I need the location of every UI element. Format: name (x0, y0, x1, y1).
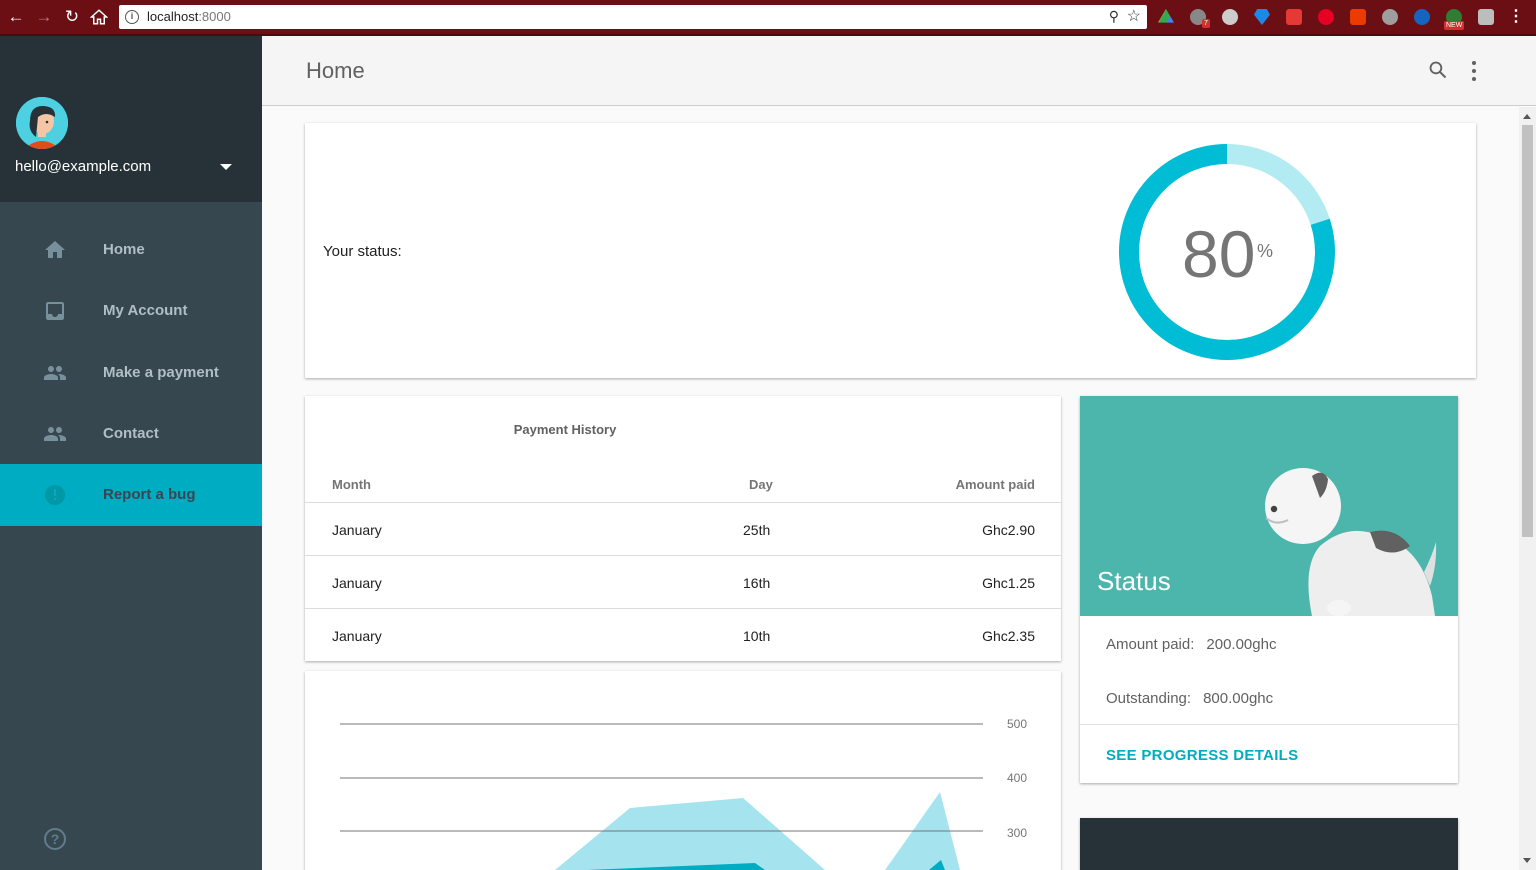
table-header: Month Day Amount paid (305, 450, 1061, 503)
drive-extension-icon[interactable] (1158, 9, 1174, 23)
sidebar-header: hello@example.com (0, 36, 262, 202)
browser-toolbar: ← → ↻ i localhost:8000 ⚲ ☆ 7 NEW ⋮ (0, 0, 1536, 36)
chart-card: 500 400 300 (305, 671, 1061, 870)
column-header-month[interactable]: Month (332, 477, 371, 492)
see-progress-details-link[interactable]: SEE PROGRESS DETAILS (1106, 747, 1298, 764)
sidebar-item-label: Home (103, 241, 145, 258)
chart-area-series-1a (555, 798, 825, 870)
page-title: Home (306, 58, 365, 83)
status-card-title: Status (1097, 566, 1171, 596)
outstanding-label: Outstanding: (1106, 690, 1192, 707)
extension-badge: 7 (1202, 19, 1210, 28)
account-email: hello@example.com (15, 158, 152, 175)
cell-month: January (332, 628, 382, 644)
amount-paid-value: 200.00ghc (1206, 636, 1277, 653)
people-icon (44, 427, 66, 441)
table-row[interactable]: January 10th Ghc2.35 (305, 609, 1061, 662)
amount-paid-line: Amount paid: 200.00ghc (1106, 636, 1276, 653)
people-icon (44, 366, 66, 380)
area-chart: 500 400 300 (340, 717, 1027, 870)
inbox-icon (46, 302, 64, 320)
y-tick-label: 300 (1007, 826, 1027, 840)
home-icon (45, 241, 65, 258)
sidebar: hello@example.com Home My Account Make a… (0, 36, 262, 870)
report-icon (45, 485, 65, 505)
y-tick-label: 400 (1007, 771, 1027, 785)
bookmark-star-icon[interactable]: ☆ (1127, 6, 1141, 26)
payment-history-title: Payment History (513, 422, 617, 437)
back-icon[interactable]: ← (5, 6, 27, 28)
column-header-amount-paid[interactable]: Amount paid (956, 477, 1035, 492)
extension-new-badge: NEW (1444, 21, 1465, 30)
page-scrollbar[interactable] (1519, 107, 1536, 870)
cell-amount: Ghc1.25 (982, 575, 1035, 591)
card-actions: SEE PROGRESS DETAILS (1080, 724, 1458, 783)
sidebar-item-label: Contact (103, 425, 159, 442)
dark-card (1080, 818, 1458, 870)
sidebar-item-label: Make a payment (103, 364, 219, 381)
payment-history-card: Payment History Month Day Amount paid Ja… (305, 396, 1061, 661)
sidebar-item-home[interactable]: Home (0, 219, 262, 281)
donut-value: 80 (1182, 217, 1256, 291)
account-dropdown-icon[interactable] (220, 164, 232, 170)
sidebar-item-label: Report a bug (103, 486, 196, 503)
zoom-icon[interactable]: ⚲ (1109, 8, 1119, 25)
skype-extension-icon[interactable] (1382, 9, 1398, 25)
sidebar-item-report-a-bug[interactable]: Report a bug (0, 464, 262, 526)
scrollbar-thumb[interactable] (1522, 125, 1533, 537)
sidebar-item-make-a-payment[interactable]: Make a payment (0, 342, 262, 404)
package-extension-icon[interactable] (1478, 9, 1494, 25)
donut-unit: % (1257, 241, 1274, 261)
pinterest-extension-icon[interactable] (1318, 9, 1334, 25)
diamond-extension-icon[interactable] (1254, 9, 1270, 25)
outstanding-line: Outstanding: 800.00ghc (1106, 690, 1273, 707)
url-text: localhost:8000 (147, 9, 231, 24)
planet-extension-icon[interactable] (1414, 9, 1430, 25)
cell-amount: Ghc2.35 (982, 628, 1035, 644)
cell-day: 10th (743, 628, 771, 644)
scroll-up-icon[interactable] (1523, 114, 1531, 119)
cell-day: 25th (743, 522, 771, 538)
table-row[interactable]: January 25th Ghc2.90 (305, 503, 1061, 556)
outstanding-value: 800.00ghc (1203, 690, 1274, 707)
sidebar-item-my-account[interactable]: My Account (0, 280, 262, 342)
cell-amount: Ghc2.90 (982, 522, 1035, 538)
status-summary-card: Status Amount paid: 200.00ghc Outstanding… (1080, 396, 1458, 783)
more-vert-icon[interactable] (1464, 60, 1484, 82)
app-bar: Home (262, 36, 1536, 106)
amount-paid-label: Amount paid: (1106, 636, 1195, 653)
card-media: Status (1080, 396, 1458, 616)
scroll-down-icon[interactable] (1523, 858, 1531, 863)
sidebar-item-contact[interactable]: Contact (0, 403, 262, 465)
avatar[interactable] (16, 97, 68, 149)
status-label: Your status: (323, 243, 402, 260)
help-icon[interactable]: ? (44, 828, 66, 850)
site-info-icon[interactable]: i (125, 10, 139, 24)
adblock-extension-icon[interactable] (1286, 9, 1302, 25)
forward-icon[interactable]: → (33, 6, 55, 28)
home-icon[interactable] (88, 6, 110, 28)
cell-day: 16th (743, 575, 771, 591)
y-tick-label: 500 (1007, 717, 1027, 731)
table-row[interactable]: January 16th Ghc1.25 (305, 556, 1061, 609)
column-header-day[interactable]: Day (749, 477, 773, 492)
browser-menu-icon[interactable]: ⋮ (1508, 7, 1524, 27)
status-card: Your status: 80 % (305, 123, 1476, 378)
cell-month: January (332, 522, 382, 538)
office-extension-icon[interactable] (1350, 9, 1366, 25)
address-bar[interactable]: i localhost:8000 ⚲ ☆ (119, 5, 1147, 29)
cell-month: January (332, 575, 382, 591)
search-icon[interactable] (1428, 60, 1448, 80)
cloud-extension-icon[interactable] (1222, 9, 1238, 25)
sidebar-item-label: My Account (103, 302, 188, 319)
reload-icon[interactable]: ↻ (61, 6, 83, 28)
